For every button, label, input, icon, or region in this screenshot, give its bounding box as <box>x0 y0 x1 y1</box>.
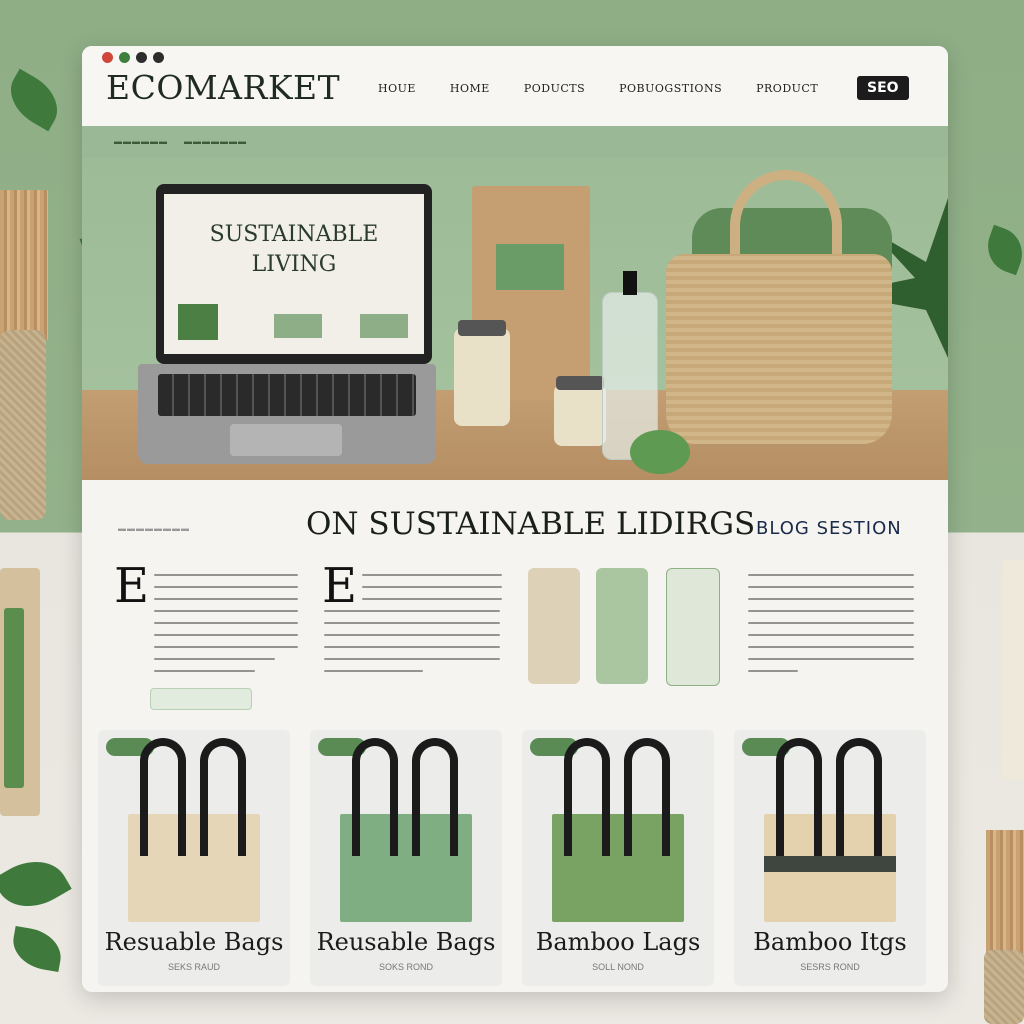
nav-item-products[interactable]: PODUCTS <box>524 82 585 95</box>
bag-handle <box>776 738 822 856</box>
product-card[interactable]: Bamboo Lags SOLL NOND <box>522 730 714 986</box>
keyboard-keys <box>158 374 416 416</box>
jute-pouch <box>0 330 46 520</box>
read-more-button[interactable] <box>150 688 252 710</box>
bag-handle <box>624 738 670 856</box>
nav-item-home[interactable]: HOME <box>450 82 490 95</box>
close-dot-icon[interactable] <box>102 52 113 63</box>
jute-pouch <box>984 950 1024 1024</box>
zoom-dot-icon[interactable] <box>136 52 147 63</box>
article-text <box>748 574 914 682</box>
product-card[interactable]: Reusable Bags SOKS ROND <box>310 730 502 986</box>
laptop-thumb <box>274 314 322 338</box>
nav-item-houe[interactable]: HOUE <box>378 82 416 95</box>
product-subtitle: SEKS RAUD <box>167 962 220 972</box>
nav-item-product[interactable]: PRODUCT <box>756 82 818 95</box>
browser-window: ECOMARKET HOUE HOME PODUCTS POBUOGSTIONS… <box>82 46 948 992</box>
green-ball-image <box>630 430 690 474</box>
wooden-card <box>0 568 40 816</box>
laptop-thumb <box>360 314 408 338</box>
breadcrumb: ▬▬▬▬▬▬ ▬▬▬▬▬▬▬ <box>82 126 948 158</box>
product-subtitle: SOLL NOND <box>592 962 644 972</box>
bag-handle <box>140 738 186 856</box>
laptop-screen: SUSTAINABLE LIVING <box>156 184 432 364</box>
laptop-keyboard <box>138 364 436 464</box>
jar-image <box>554 376 606 446</box>
bamboo-straws <box>986 830 1024 960</box>
nav-item-publications[interactable]: POBUOGSTIONS <box>619 82 722 95</box>
bag-handle <box>200 738 246 856</box>
bag-handle <box>836 738 882 856</box>
product-thumb-pouch[interactable] <box>596 568 648 684</box>
jar-image <box>454 320 510 426</box>
window-controls <box>102 52 164 63</box>
leaf-decoration <box>980 224 1024 276</box>
product-title[interactable]: Resuable Bags <box>98 928 290 956</box>
laptop-title-line1: SUSTAINABLE <box>209 222 379 247</box>
laptop-title-line2: LIVING <box>251 252 337 277</box>
leaf-decoration <box>9 925 65 973</box>
breadcrumb-item[interactable]: ▬▬▬▬▬▬ <box>114 137 168 146</box>
bag-handle <box>564 738 610 856</box>
product-card[interactable]: Resuable Bags SEKS RAUD <box>98 730 290 986</box>
article-text <box>154 574 298 682</box>
product-subtitle: SOKS ROND <box>378 962 433 972</box>
product-title[interactable]: Bamboo Itgs <box>734 928 926 956</box>
product-card[interactable]: Bamboo Itgs SESRS ROND <box>734 730 926 986</box>
bag-handle <box>352 738 398 856</box>
bag-handle <box>412 738 458 856</box>
site-header: ECOMARKET HOUE HOME PODUCTS POBUOGSTIONS… <box>82 46 948 126</box>
article-text <box>324 574 502 682</box>
product-title[interactable]: Reusable Bags <box>310 928 502 956</box>
leaf-decoration <box>0 847 72 921</box>
dropcap: E <box>114 558 150 614</box>
minimize-dot-icon[interactable] <box>119 52 130 63</box>
laptop-webpage: SUSTAINABLE LIVING <box>164 194 424 354</box>
product-thumb-canister[interactable] <box>666 568 720 686</box>
bag-stripe <box>764 856 896 872</box>
product-thumb-jar[interactable] <box>528 568 580 684</box>
woven-basket-image <box>666 254 892 444</box>
main-nav: HOUE HOME PODUCTS POBUOGSTIONS PRODUCT <box>378 82 818 95</box>
site-logo[interactable]: ECOMARKET <box>106 68 340 107</box>
product-title[interactable]: Bamboo Lags <box>522 928 714 956</box>
blog-section-label[interactable]: BLOG SESTION <box>756 518 902 539</box>
extra-dot-icon[interactable] <box>153 52 164 63</box>
seo-button[interactable]: SEO <box>857 76 909 100</box>
blog-kicker: ▬▬▬▬▬▬▬▬ <box>118 524 190 533</box>
blog-heading: ON SUSTAINABLE LIDIRGS <box>306 506 756 542</box>
bamboo-straws <box>0 190 48 340</box>
hero-banner: SUSTAINABLE LIVING <box>82 158 948 480</box>
trackpad <box>230 424 342 456</box>
breadcrumb-item[interactable]: ▬▬▬▬▬▬▬ <box>184 137 247 146</box>
paper-card <box>1002 560 1024 780</box>
laptop-thumb <box>178 304 218 340</box>
leaf-decoration <box>0 68 69 132</box>
product-subtitle: SESRS ROND <box>800 962 860 972</box>
